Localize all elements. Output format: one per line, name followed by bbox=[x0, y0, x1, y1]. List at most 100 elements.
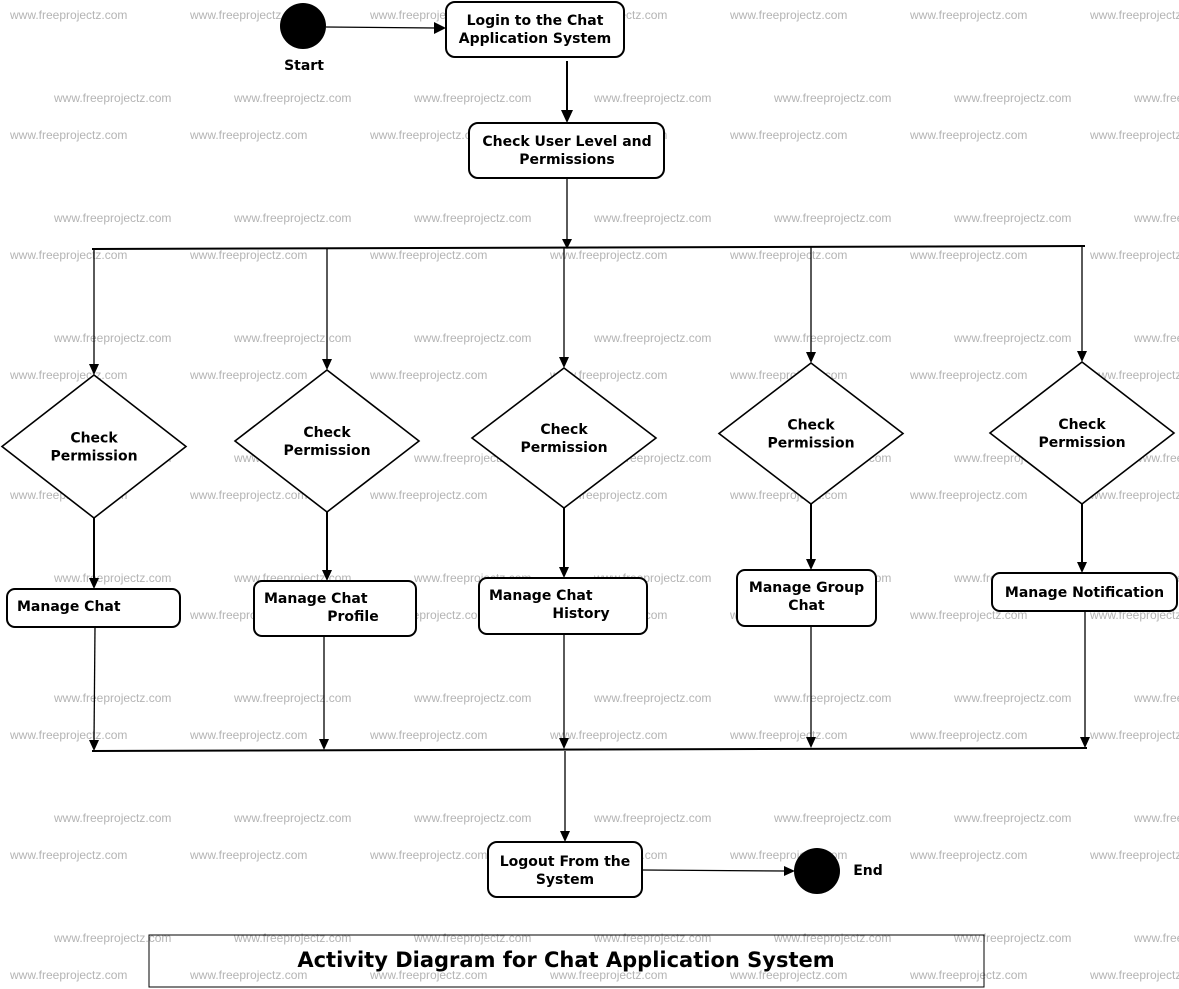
watermark-text: www.freeprojectz.com bbox=[593, 811, 711, 825]
watermark-text: www.freeprojectz.com bbox=[909, 488, 1027, 502]
watermark-text: www.freeprojectz.com bbox=[233, 811, 351, 825]
arrowhead-join bbox=[806, 737, 816, 748]
arrowhead-decision bbox=[1077, 351, 1087, 362]
decision-label: Permission bbox=[767, 436, 854, 452]
arrowhead-login bbox=[434, 22, 446, 34]
watermark-text: www.freeprojectz.com bbox=[909, 368, 1027, 382]
watermark-text: www.freeprojectz.com bbox=[1089, 848, 1179, 862]
activity-label: Manage Notification bbox=[1005, 585, 1164, 601]
watermark-text: www.freeprojectz.com bbox=[909, 848, 1027, 862]
arrowhead-activity bbox=[1077, 562, 1087, 573]
arrowhead-join bbox=[1080, 737, 1090, 748]
check-user-line-1: Check User Level and bbox=[482, 134, 651, 150]
watermark-text: www.freeprojectz.com bbox=[369, 728, 487, 742]
watermark-text: www.freeprojectz.com bbox=[1089, 488, 1179, 502]
watermark-text: www.freeprojectz.com bbox=[1089, 728, 1179, 742]
watermark-text: www.freeprojectz.com bbox=[53, 211, 171, 225]
watermark-text: www.freeprojectz.com bbox=[953, 91, 1071, 105]
watermark-text: www.freeprojectz.com bbox=[909, 248, 1027, 262]
watermark-text: www.freeprojectz.com bbox=[53, 811, 171, 825]
decision-label: Permission bbox=[1038, 435, 1125, 451]
watermark-text: www.freeprojectz.com bbox=[53, 91, 171, 105]
arrowhead-decision bbox=[559, 357, 569, 368]
edge-activity-join bbox=[93, 626, 96, 742]
watermark-text: www.freeprojectz.com bbox=[1133, 811, 1179, 825]
logout-line-1: Logout From the bbox=[500, 854, 631, 870]
watermark-text: www.freeprojectz.com bbox=[53, 571, 171, 585]
decision-label: Check bbox=[1058, 417, 1106, 433]
watermark-text: www.freeprojectz.com bbox=[953, 811, 1071, 825]
watermark-text: www.freeprojectz.com bbox=[53, 331, 171, 345]
end-node bbox=[794, 848, 840, 894]
watermark-text: www.freeprojectz.com bbox=[413, 811, 531, 825]
watermark-text: www.freeprojectz.com bbox=[1089, 8, 1179, 22]
watermark-text: www.freeprojectz.com bbox=[593, 691, 711, 705]
edge-start-login bbox=[325, 26, 437, 29]
watermark-text: www.freeprojectz.com bbox=[593, 331, 711, 345]
check-user-activity bbox=[468, 122, 665, 179]
watermark-text: www.freeprojectz.com bbox=[1089, 968, 1179, 982]
watermark-text: www.freeprojectz.com bbox=[9, 368, 127, 382]
watermark-text: www.freeprojectz.com bbox=[1133, 931, 1179, 945]
watermark-text: www.freeprojectz.com bbox=[909, 8, 1027, 22]
arrowhead-decision bbox=[322, 359, 332, 370]
watermark-text: www.freeprojectz.com bbox=[413, 331, 531, 345]
end-label: End bbox=[853, 863, 883, 879]
watermark-text: www.freeprojectz.com bbox=[9, 248, 127, 262]
watermark-text: www.freeprojectz.com bbox=[189, 488, 307, 502]
watermark-text: www.freeprojectz.com bbox=[729, 248, 847, 262]
watermark-text: www.freeprojectz.com bbox=[549, 248, 667, 262]
watermark-text: www.freeprojectz.com bbox=[773, 91, 891, 105]
watermark-text: www.freeprojectz.com bbox=[593, 91, 711, 105]
watermark-text: www.freeprojectz.com bbox=[369, 368, 487, 382]
watermark-text: www.freeprojectz.com bbox=[9, 8, 127, 22]
watermark-text: www.freeprojectz.com bbox=[233, 931, 351, 945]
activity-label: Manage Chat bbox=[264, 591, 368, 607]
watermark-text: www.freeprojectz.com bbox=[233, 211, 351, 225]
login-line-1: Login to the Chat bbox=[467, 13, 604, 29]
decision-diamond bbox=[988, 360, 1176, 506]
watermark-text: www.freeprojectz.com bbox=[189, 368, 307, 382]
watermark-text: www.freeprojectz.com bbox=[909, 128, 1027, 142]
activity-label: Chat bbox=[788, 598, 825, 614]
watermark-text: www.freeprojectz.com bbox=[729, 8, 847, 22]
decision-label: Check bbox=[540, 422, 588, 438]
arrowhead-decision bbox=[806, 352, 816, 363]
start-label: Start bbox=[284, 58, 324, 74]
activity-label: Profile bbox=[327, 609, 378, 625]
arrowhead-logout bbox=[560, 831, 570, 842]
watermark-text: www.freeprojectz.com bbox=[233, 331, 351, 345]
decision-diamond bbox=[470, 366, 658, 510]
decision-label: Check bbox=[70, 431, 118, 447]
edge-logout-end bbox=[641, 869, 786, 872]
login-activity bbox=[445, 1, 625, 58]
login-line-2: Application System bbox=[459, 31, 612, 47]
watermark-text: www.freeprojectz.com bbox=[413, 91, 531, 105]
watermark-text: www.freeprojectz.com bbox=[593, 931, 711, 945]
logout-line-2: System bbox=[536, 872, 594, 888]
watermark-text: www.freeprojectz.com bbox=[953, 331, 1071, 345]
watermark-text: www.freeprojectz.com bbox=[773, 691, 891, 705]
watermark-text: www.freeprojectz.com bbox=[9, 968, 127, 982]
decision-label: Check bbox=[787, 418, 835, 434]
watermark-text: www.freeprojectz.com bbox=[1133, 91, 1179, 105]
watermark-text: www.freeprojectz.com bbox=[773, 331, 891, 345]
activity-label: Manage Group bbox=[749, 580, 864, 596]
arrowhead-join bbox=[319, 739, 329, 750]
arrowhead-activity bbox=[806, 559, 816, 570]
watermark-text: www.freeprojectz.com bbox=[1133, 691, 1179, 705]
watermark-text: www.freeprojectz.com bbox=[9, 128, 127, 142]
diagram-title: Activity Diagram for Chat Application Sy… bbox=[297, 948, 834, 972]
watermark-text: www.freeprojectz.com bbox=[413, 691, 531, 705]
watermark-text: www.freeprojectz.com bbox=[909, 728, 1027, 742]
watermark-text: www.freeprojectz.com bbox=[9, 848, 127, 862]
check-user-line-2: Permissions bbox=[519, 152, 614, 168]
watermark-text: www.freeprojectz.com bbox=[189, 728, 307, 742]
watermark-text: www.freeprojectz.com bbox=[189, 968, 307, 982]
watermark-text: www.freeprojectz.com bbox=[909, 968, 1027, 982]
arrowhead-activity bbox=[559, 567, 569, 578]
watermark-text: www.freeprojectz.com bbox=[773, 931, 891, 945]
watermark-text: www.freeprojectz.com bbox=[1133, 211, 1179, 225]
watermark-text: www.freeprojectz.com bbox=[953, 211, 1071, 225]
watermark-text: www.freeprojectz.com bbox=[953, 691, 1071, 705]
